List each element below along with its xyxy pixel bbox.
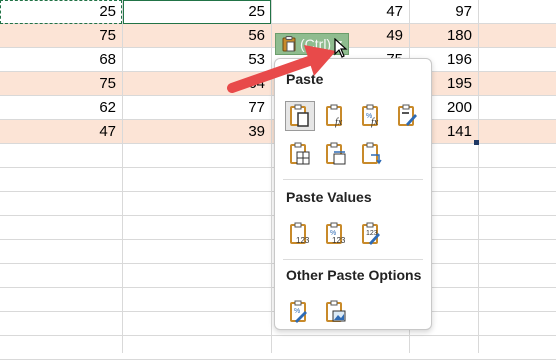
clipboard-icon <box>282 36 296 52</box>
cell-a3[interactable]: 68 <box>0 48 122 72</box>
cell-a5[interactable]: 62 <box>0 96 122 120</box>
svg-text:123: 123 <box>296 236 310 245</box>
paste-keep-column-widths-icon[interactable] <box>321 139 351 169</box>
cell-e2[interactable]: 180 <box>410 24 478 48</box>
menu-separator <box>283 179 423 180</box>
cell-b4[interactable]: 64 <box>123 72 271 96</box>
column-divider <box>478 0 479 353</box>
paste-formulas-icon[interactable]: fx <box>321 101 351 131</box>
svg-text:fx: fx <box>371 117 379 128</box>
cell-a4[interactable]: 75 <box>0 72 122 96</box>
paste-keep-source-formatting-icon[interactable] <box>393 101 423 131</box>
svg-text:fx: fx <box>335 117 343 128</box>
selected-cell <box>123 0 271 24</box>
fill-handle[interactable] <box>474 140 479 145</box>
paste-values-number-formatting-icon[interactable]: % 123 <box>321 219 351 249</box>
paste-transpose-icon[interactable] <box>357 139 387 169</box>
paste-section-title: Paste <box>286 71 324 87</box>
cell-b6[interactable]: 39 <box>123 120 271 144</box>
cell-a6[interactable]: 47 <box>0 120 122 144</box>
cell-e1[interactable]: 97 <box>410 0 478 24</box>
paste-options-menu: Paste fx % fx Paste Values 123 % 123 123 O… <box>274 58 432 330</box>
svg-text:123: 123 <box>332 236 346 245</box>
mouse-cursor-icon <box>334 38 348 58</box>
paste-values-source-formatting-icon[interactable]: 123 <box>357 219 387 249</box>
paste-no-borders-icon[interactable] <box>285 139 315 169</box>
paste-values-section-title: Paste Values <box>286 189 372 205</box>
cell-b5[interactable]: 77 <box>123 96 271 120</box>
paste-picture-icon[interactable] <box>321 297 351 327</box>
copy-marquee <box>0 0 122 24</box>
svg-text:%: % <box>294 308 300 315</box>
cell-a2[interactable]: 75 <box>0 24 122 48</box>
other-paste-options-section-title: Other Paste Options <box>286 267 422 283</box>
cell-d1[interactable]: 47 <box>272 0 409 24</box>
paste-icon[interactable] <box>285 101 315 131</box>
paste-formulas-number-formatting-icon[interactable]: % fx <box>357 101 387 131</box>
menu-separator <box>283 259 423 260</box>
grid-row <box>0 336 556 360</box>
paste-options-label: (Ctrl) <box>300 36 332 52</box>
paste-values-icon[interactable]: 123 <box>285 219 315 249</box>
paste-formatting-icon[interactable]: % <box>285 297 315 327</box>
cell-b3[interactable]: 53 <box>123 48 271 72</box>
cell-b2[interactable]: 56 <box>123 24 271 48</box>
